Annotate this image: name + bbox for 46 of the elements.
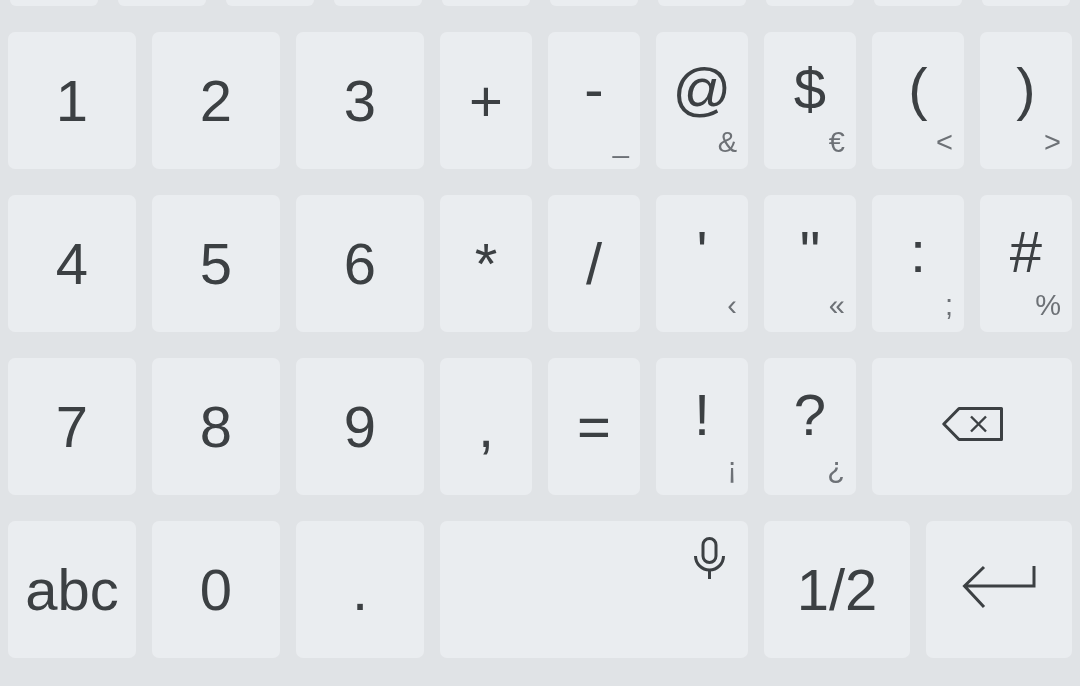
key[interactable]: $ € [764, 32, 856, 169]
mode-switch-key[interactable]: abc [8, 521, 136, 658]
key[interactable]: 0 [152, 521, 280, 658]
key-hint: < [936, 128, 953, 157]
space-key[interactable] [440, 521, 748, 658]
key[interactable]: 7 [8, 358, 136, 495]
key[interactable]: 3 [296, 32, 424, 169]
key[interactable]: , [440, 358, 532, 495]
key-hint: > [1044, 128, 1061, 157]
key[interactable]: 6 [296, 195, 424, 332]
key[interactable]: 9 [296, 358, 424, 495]
key[interactable]: : ; [872, 195, 964, 332]
key[interactable]: # % [980, 195, 1072, 332]
key-hint: « [828, 291, 845, 320]
key[interactable]: ! ¡ [656, 358, 748, 495]
key[interactable]: " « [764, 195, 856, 332]
key[interactable]: @ & [656, 32, 748, 169]
key[interactable]: ( < [872, 32, 964, 169]
enter-key[interactable] [926, 521, 1072, 658]
key-hint: ; [944, 291, 953, 320]
microphone-icon [694, 537, 725, 580]
key[interactable]: ? ¿ [764, 358, 856, 495]
key[interactable]: + [440, 32, 532, 169]
key[interactable]: 4 [8, 195, 136, 332]
key[interactable]: 2 [152, 32, 280, 169]
key-hint: € [828, 128, 845, 157]
key-hint: ¿ [827, 454, 845, 483]
key[interactable]: / [548, 195, 640, 332]
key[interactable]: 5 [152, 195, 280, 332]
key[interactable]: ) > [980, 32, 1072, 169]
key-hint: & [717, 128, 737, 157]
key[interactable]: * [440, 195, 532, 332]
backspace-key[interactable] [872, 358, 1072, 495]
key-hint: ‹ [727, 291, 737, 320]
key-hint: % [1035, 291, 1061, 320]
key[interactable]: ' ‹ [656, 195, 748, 332]
mode-switch-key[interactable]: 1/2 [764, 521, 910, 658]
key-hint: ¡ [727, 454, 737, 483]
key[interactable]: - _ [548, 32, 640, 169]
key[interactable]: . [296, 521, 424, 658]
backspace-icon [941, 406, 1003, 441]
key[interactable]: 1 [8, 32, 136, 169]
key-hint: _ [612, 128, 629, 157]
key[interactable]: = [548, 358, 640, 495]
key[interactable]: 8 [152, 358, 280, 495]
enter-icon [962, 564, 1036, 609]
